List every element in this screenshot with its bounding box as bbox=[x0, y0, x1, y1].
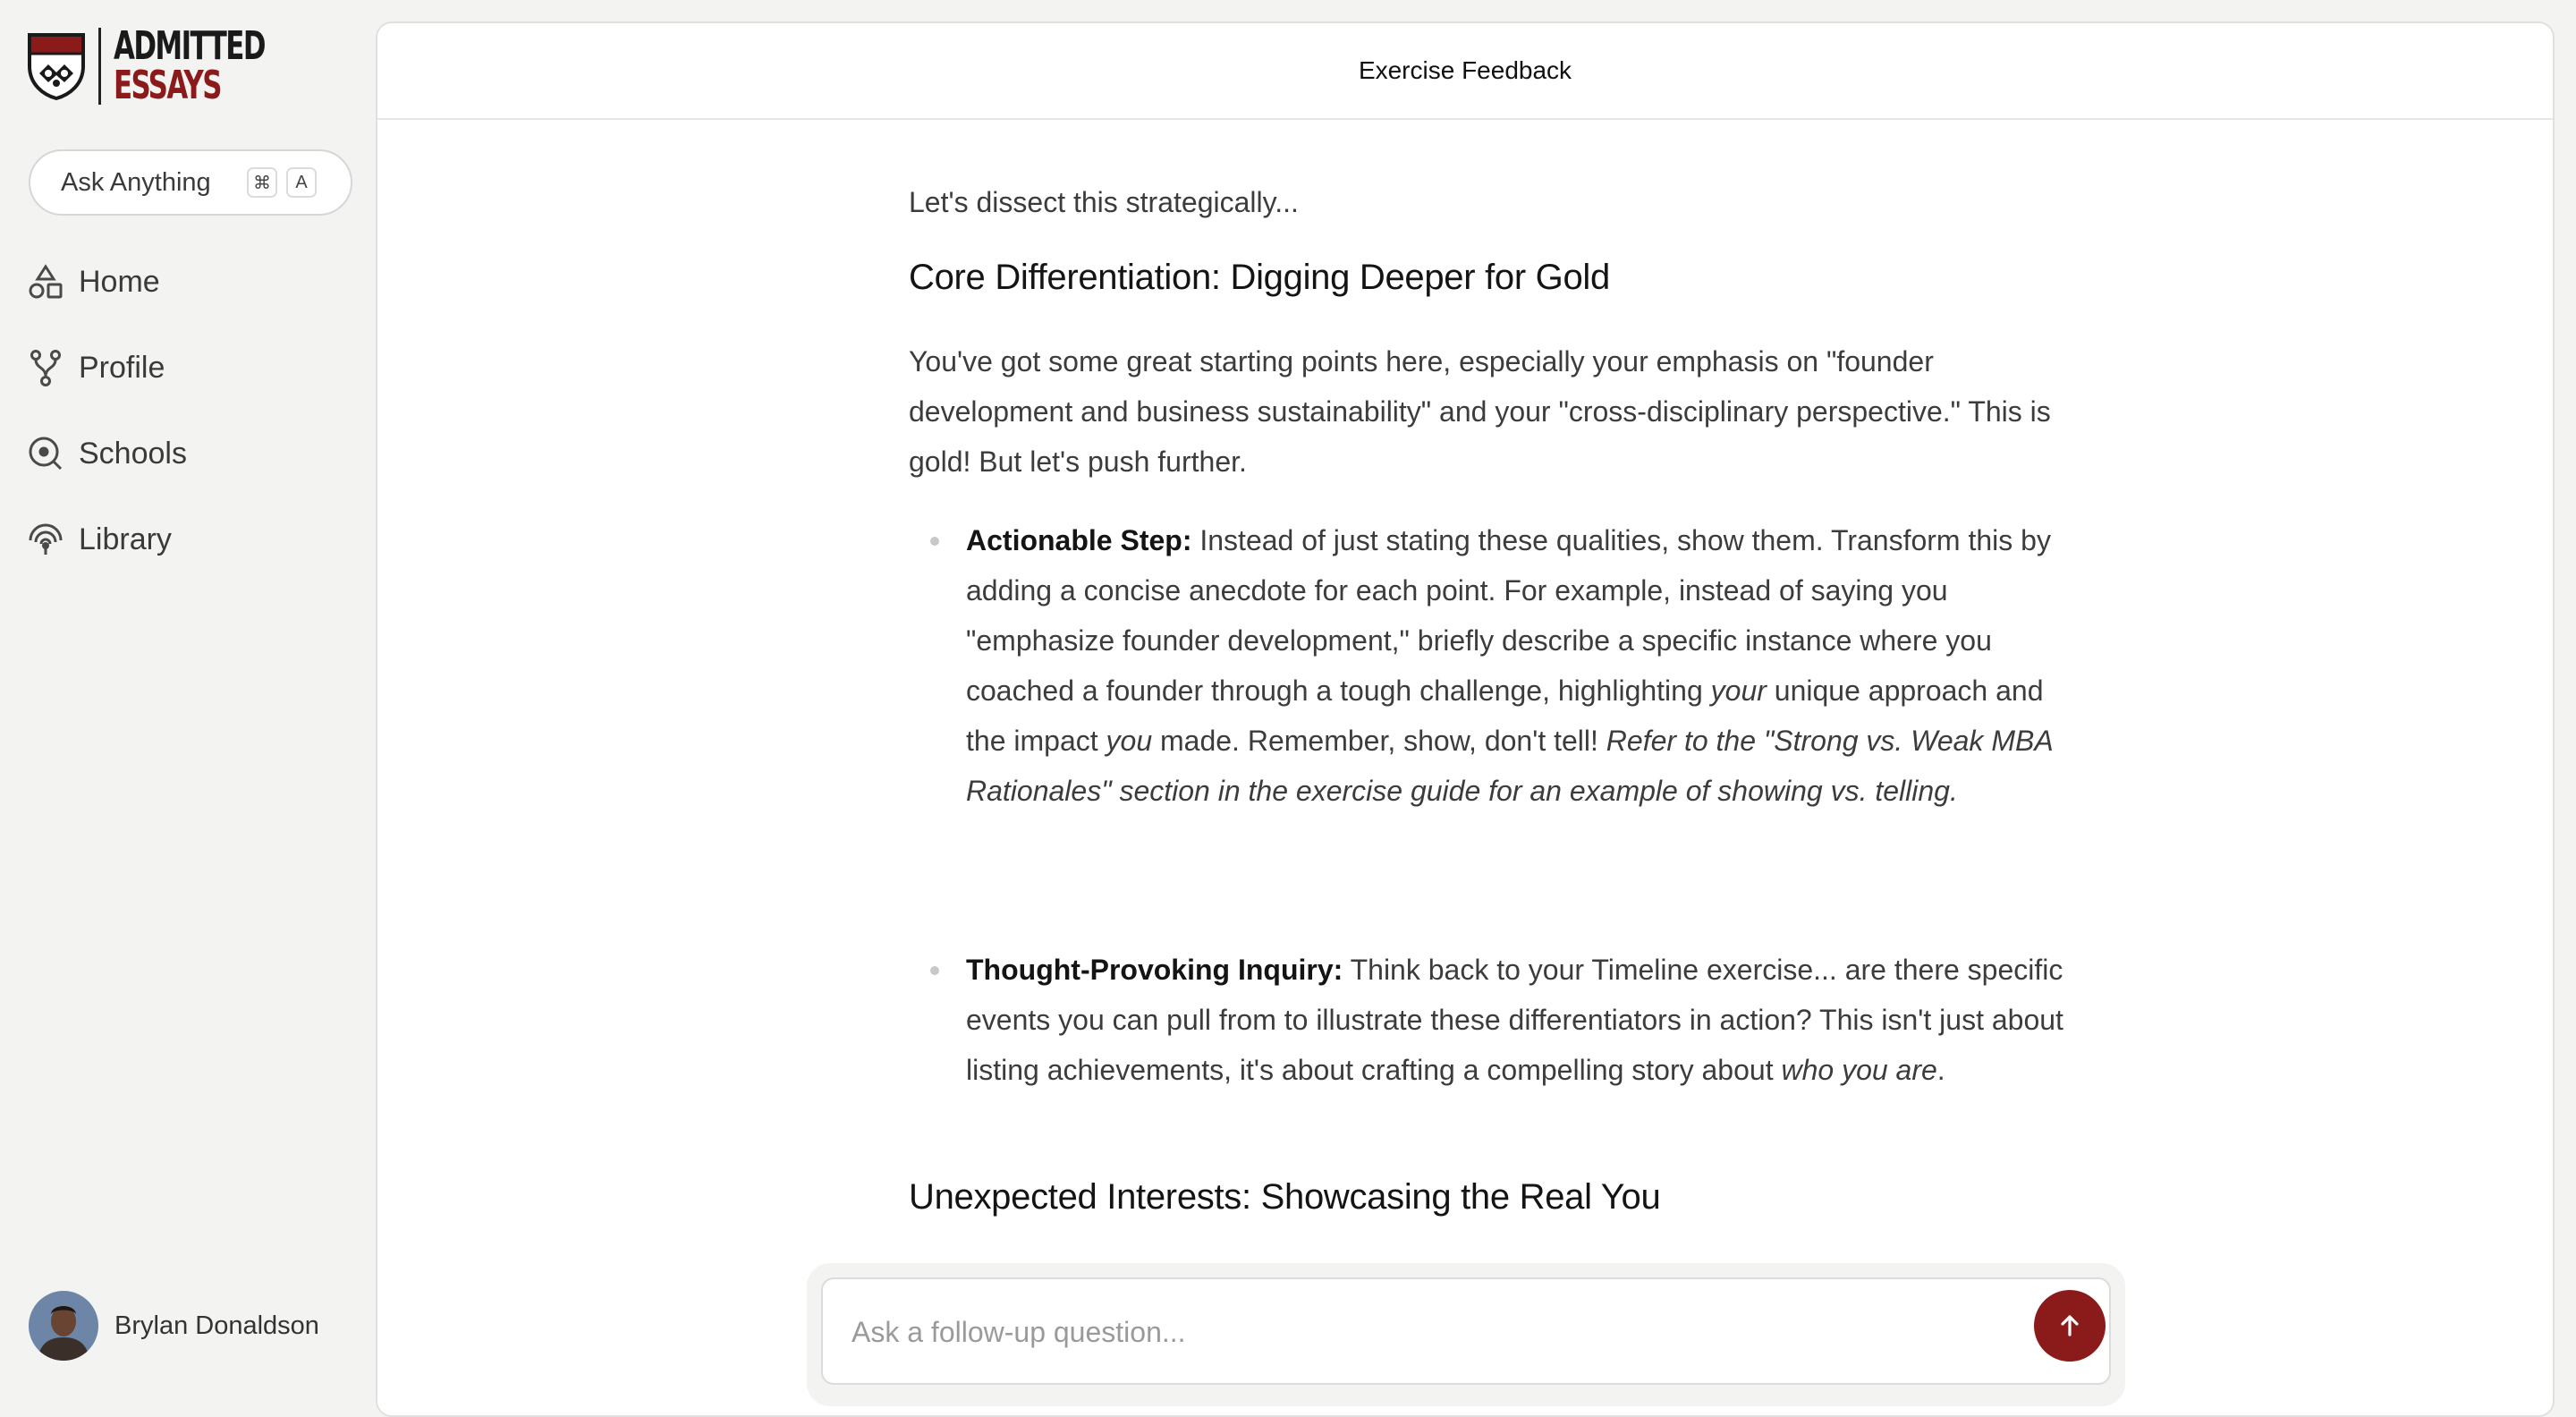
brand-wordmark: ADMITTED ESSAYS bbox=[114, 27, 308, 106]
list-item-label: Thought-Provoking Inquiry: bbox=[966, 954, 1343, 986]
bullet-dot bbox=[930, 966, 939, 975]
followup-container bbox=[807, 1263, 2125, 1406]
emphasis-text: who you are bbox=[1781, 1054, 1937, 1086]
list-item-text: Thought-Provoking Inquiry: Think back to… bbox=[966, 945, 2072, 1095]
followup-box bbox=[821, 1277, 2111, 1385]
sidebar-item-label: Home bbox=[79, 264, 160, 299]
logo-divider bbox=[98, 28, 101, 105]
arrow-up-icon bbox=[2061, 1315, 2079, 1336]
followup-input[interactable] bbox=[850, 1306, 1971, 1358]
ask-anything-label: Ask Anything bbox=[61, 167, 211, 197]
sidebar-item-label: Library bbox=[79, 522, 172, 556]
a-key-badge: A bbox=[286, 167, 317, 198]
signal-icon bbox=[29, 523, 63, 555]
brand-line1: ADMITTED bbox=[114, 23, 266, 69]
avatar-portrait-icon bbox=[29, 1291, 98, 1361]
send-button[interactable] bbox=[2034, 1290, 2106, 1362]
main-panel: Exercise Feedback Let's dissect this str… bbox=[376, 21, 2555, 1417]
sidebar-item-profile[interactable]: Profile bbox=[27, 346, 165, 389]
list-item-text-part: made. Remember, show, don't tell! bbox=[1152, 725, 1606, 757]
command-key-badge: ⌘ bbox=[247, 167, 277, 198]
user-profile[interactable]: Brylan Donaldson bbox=[29, 1291, 319, 1361]
intro-text: Let's dissect this strategically... bbox=[909, 186, 1299, 218]
user-name: Brylan Donaldson bbox=[114, 1311, 319, 1340]
ask-anything-button[interactable]: Ask Anything ⌘ A bbox=[29, 149, 352, 216]
sidebar-item-home[interactable]: Home bbox=[27, 260, 160, 303]
brand-line2: ESSAYS bbox=[114, 63, 222, 108]
sidebar: ADMITTED ESSAYS Ask Anything ⌘ A Home Pr… bbox=[0, 0, 376, 1392]
list-item-text-part: . bbox=[1936, 1054, 1945, 1086]
bullet-dot bbox=[930, 537, 939, 546]
shapes-icon bbox=[29, 264, 63, 299]
page-title: Exercise Feedback bbox=[377, 23, 2553, 120]
section-heading-core-differentiation: Core Differentiation: Digging Deeper for… bbox=[909, 258, 1610, 297]
sidebar-item-label: Schools bbox=[79, 436, 187, 471]
list-item-label: Actionable Step: bbox=[966, 524, 1192, 556]
search-circle-icon bbox=[29, 437, 63, 471]
section-heading-unexpected-interests: Unexpected Interests: Showcasing the Rea… bbox=[909, 1177, 1661, 1217]
emphasis-text: your bbox=[1710, 675, 1767, 707]
list-item-text: Actionable Step: Instead of just stating… bbox=[966, 515, 2072, 816]
section-paragraph: You've got some great starting points he… bbox=[909, 345, 2051, 478]
sidebar-item-schools[interactable]: Schools bbox=[27, 432, 187, 475]
sidebar-item-library[interactable]: Library bbox=[27, 518, 172, 561]
shield-logo-icon bbox=[28, 33, 85, 100]
branch-icon bbox=[30, 350, 61, 386]
avatar[interactable] bbox=[29, 1291, 98, 1361]
sidebar-item-label: Profile bbox=[79, 350, 165, 385]
brand-logo[interactable]: ADMITTED ESSAYS bbox=[27, 27, 308, 106]
emphasis-text: you bbox=[1106, 725, 1153, 757]
